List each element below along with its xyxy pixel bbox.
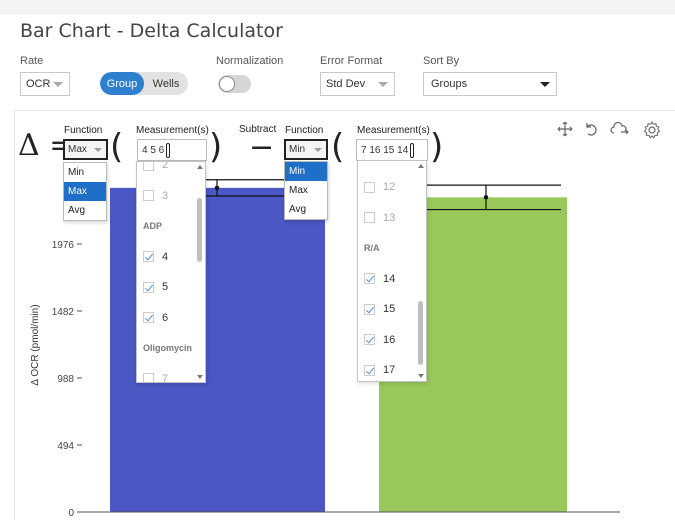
function-value-right: Min: [289, 144, 306, 155]
scroll-down-icon[interactable]: [418, 374, 424, 378]
measurement-option[interactable]: 12: [364, 179, 395, 195]
function-label-right: Function: [285, 125, 324, 136]
scroll-down-icon[interactable]: [197, 375, 203, 379]
y-axis-ticks: 04949881482197624: [52, 173, 82, 519]
measurement-option-label: 2: [162, 161, 169, 171]
measurement-group-label: R/A: [364, 243, 380, 253]
y-tick-label: 1482: [52, 307, 75, 318]
measurements-input-left[interactable]: 4 5 6: [137, 139, 207, 161]
chevron-down-icon: [314, 148, 322, 152]
y-tick-label: 494: [57, 441, 74, 452]
open-paren-left: (: [110, 127, 124, 167]
checkbox-checked-icon[interactable]: [143, 312, 154, 323]
measurements-label-left: Measurement(s): [136, 125, 209, 136]
checkbox-icon[interactable]: [364, 181, 375, 193]
measurements-list-left[interactable]: 2 3 ADP 4 5 6 Oligomycin 7: [136, 161, 206, 383]
measurements-value-left: 4 5 6: [142, 144, 165, 156]
function-dropdown-left: Min Max Avg: [63, 162, 107, 221]
function-option-avg[interactable]: Avg: [285, 200, 327, 219]
checkbox-checked-icon[interactable]: [364, 303, 375, 315]
function-option-min[interactable]: Min: [64, 163, 106, 182]
measurement-option-label: 7: [162, 372, 169, 383]
function-option-max[interactable]: Max: [285, 181, 327, 200]
measurement-option[interactable]: 15: [364, 301, 395, 317]
measurements-list-right[interactable]: 12 13 R/A 14 15 16 17: [357, 160, 427, 382]
measurement-option[interactable]: 7: [143, 371, 169, 383]
function-option-min[interactable]: Min: [285, 162, 327, 181]
cloud-export-icon[interactable]: [610, 121, 630, 137]
measurement-option[interactable]: 2: [143, 161, 169, 173]
measurement-group-label: ADP: [143, 221, 163, 231]
y-tick-label: 988: [57, 374, 74, 385]
move-icon[interactable]: [557, 121, 573, 137]
measurement-option-label: 15: [383, 303, 396, 315]
checkbox-icon[interactable]: [364, 212, 375, 223]
function-option-avg[interactable]: Avg: [64, 201, 106, 220]
measurement-option-label: 17: [383, 364, 396, 376]
checkbox-checked-icon[interactable]: [364, 273, 375, 284]
measurement-group-label: Oligomycin: [143, 343, 193, 353]
minus-sign: −: [249, 130, 275, 165]
checkbox-icon[interactable]: [143, 190, 154, 201]
measurement-option[interactable]: 6: [143, 310, 168, 326]
y-tick-label: 1976: [52, 240, 75, 251]
measurements-input-right[interactable]: 7 16 15 14: [356, 139, 428, 161]
open-paren-right: (: [331, 127, 345, 167]
measurement-option[interactable]: 4: [143, 249, 168, 265]
settings-icon[interactable]: [643, 121, 661, 139]
checkbox-checked-icon[interactable]: [364, 364, 375, 376]
measurement-option-label: 3: [162, 189, 169, 202]
y-tick-label: 0: [68, 508, 74, 519]
measurement-option-label: 14: [383, 272, 396, 285]
scrollbar-thumb[interactable]: [197, 198, 202, 262]
measurement-option[interactable]: 13: [364, 210, 395, 226]
measurements-value-right: 7 16 15 14: [361, 144, 409, 156]
mean-marker: [214, 185, 220, 191]
measurement-option-label: 16: [383, 333, 396, 346]
measurement-option[interactable]: 3: [143, 188, 168, 204]
measurement-option-label: 4: [162, 250, 169, 263]
function-select-left[interactable]: Max: [63, 139, 108, 160]
measurement-option[interactable]: 14: [364, 271, 395, 287]
scrollbar-thumb[interactable]: [418, 301, 423, 365]
function-select-right[interactable]: Min: [284, 139, 328, 160]
checkbox-checked-icon[interactable]: [143, 281, 154, 293]
measurements-label-right: Measurement(s): [357, 125, 430, 136]
measurement-option[interactable]: 16: [364, 332, 395, 348]
checkbox-checked-icon[interactable]: [143, 251, 154, 262]
undo-icon[interactable]: [583, 121, 599, 137]
measurement-option-label: 6: [162, 311, 169, 324]
measurement-option[interactable]: 17: [364, 362, 395, 378]
text-cursor: [410, 142, 415, 158]
text-cursor: [166, 142, 171, 158]
function-label-left: Function: [64, 125, 103, 136]
chevron-down-icon: [94, 148, 102, 152]
bar-chart: Δ OCR (pmol/min) 04949881482197624: [30, 173, 620, 519]
y-axis-title: Δ OCR (pmol/min): [30, 304, 41, 385]
measurement-option-label: 13: [383, 211, 396, 224]
measurement-option-label: 5: [162, 281, 169, 293]
function-dropdown-right: Min Max Avg: [284, 161, 328, 220]
close-paren-left: ): [209, 127, 223, 167]
scroll-up-icon[interactable]: [418, 164, 424, 168]
function-option-max[interactable]: Max: [64, 182, 106, 201]
checkbox-icon[interactable]: [143, 162, 154, 171]
mean-marker: [483, 195, 489, 200]
function-value-left: Max: [68, 144, 87, 155]
measurement-option-label: 12: [383, 181, 396, 193]
checkbox-icon[interactable]: [143, 373, 154, 382]
close-paren-right: ): [430, 127, 444, 167]
measurement-option[interactable]: 5: [143, 279, 168, 295]
checkbox-checked-icon[interactable]: [364, 334, 375, 345]
scroll-up-icon[interactable]: [197, 165, 203, 169]
